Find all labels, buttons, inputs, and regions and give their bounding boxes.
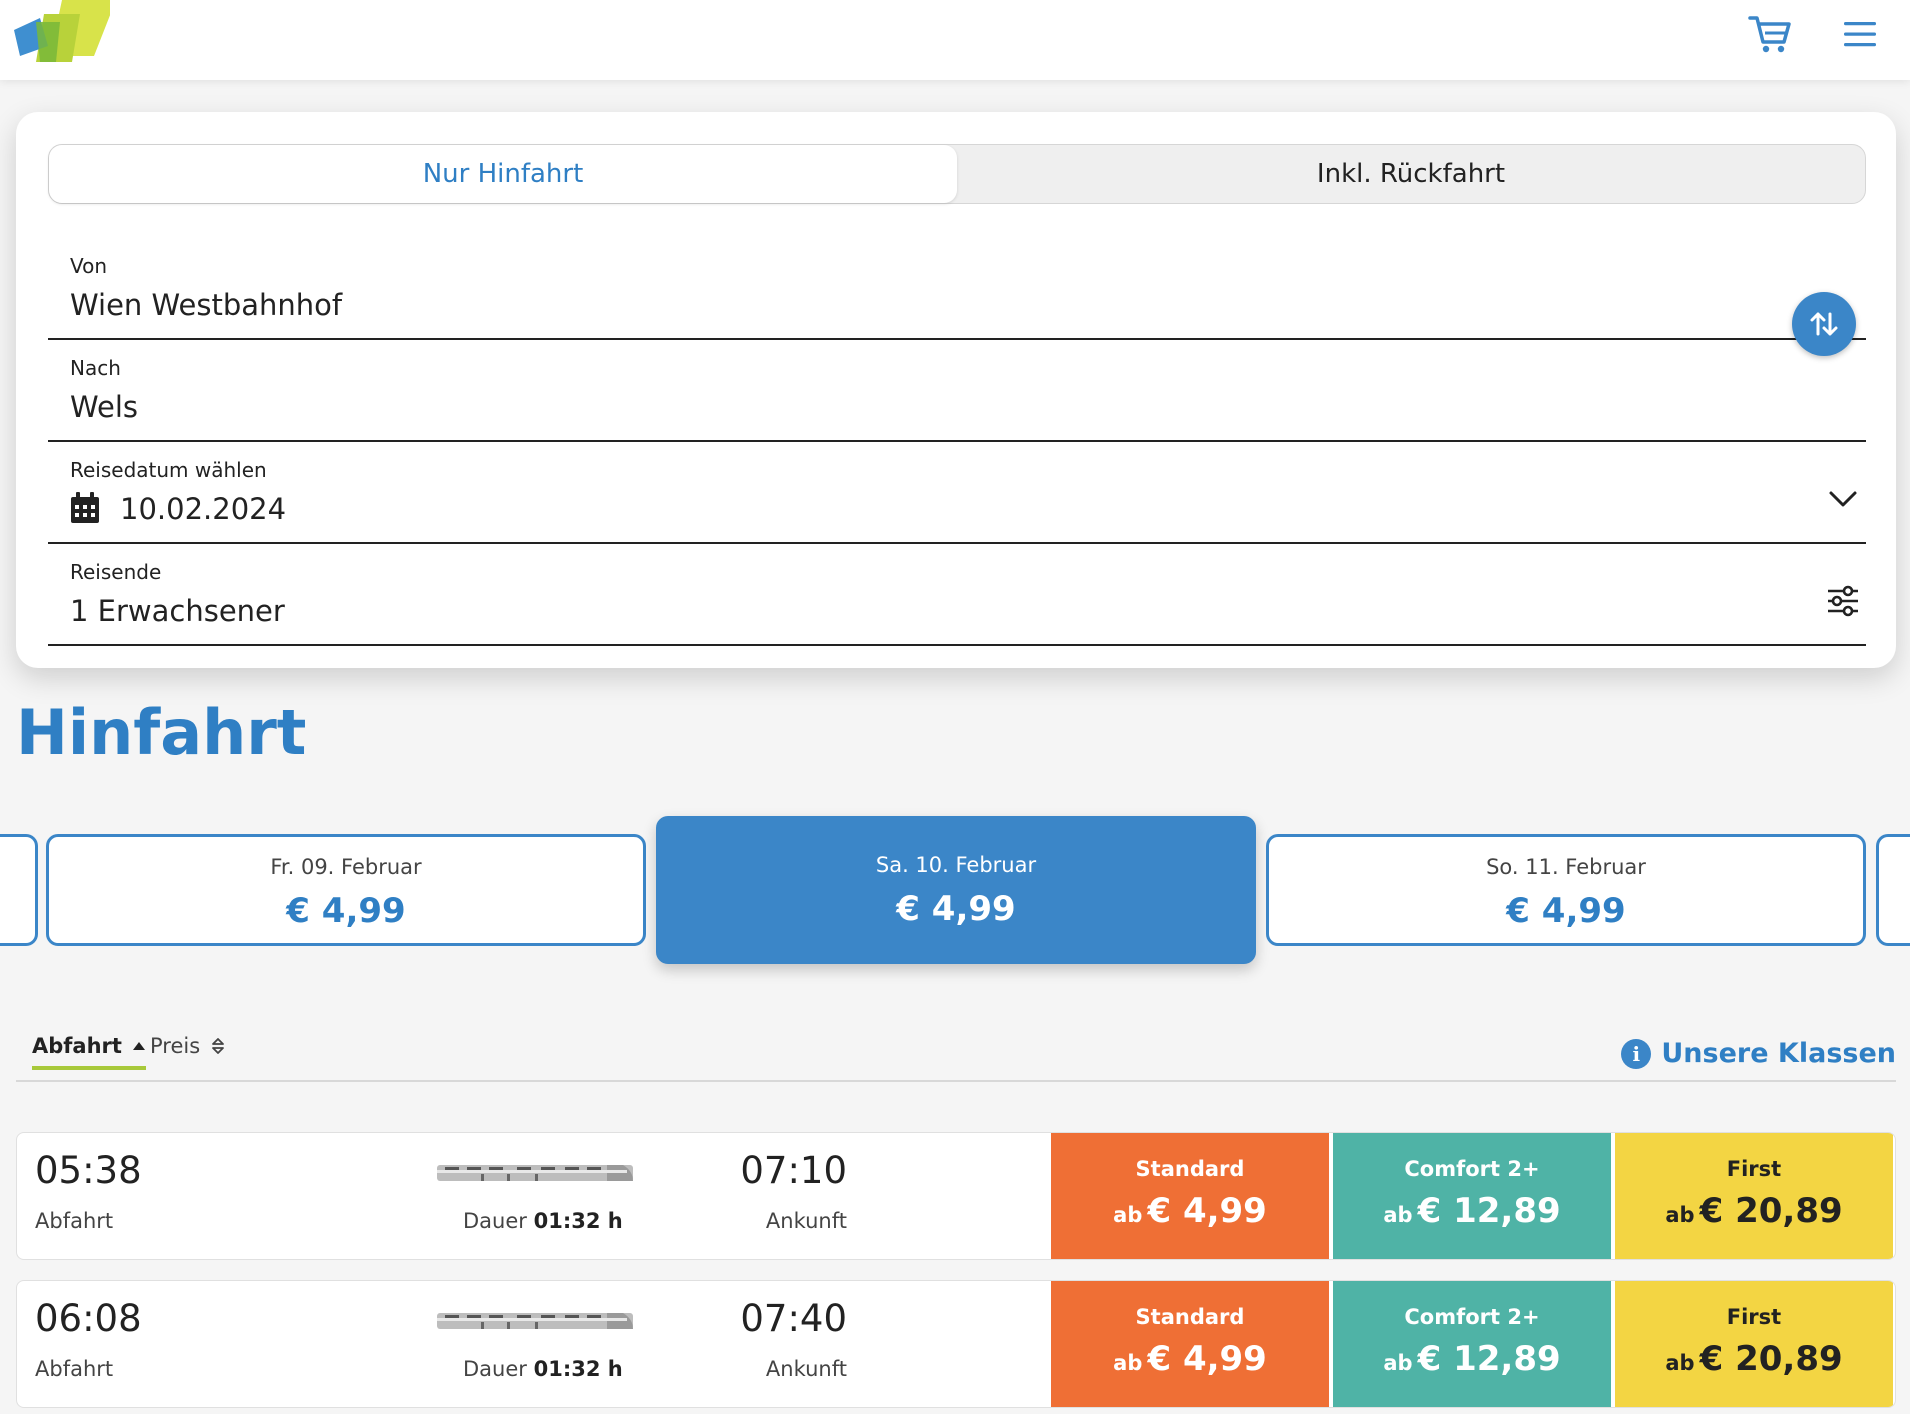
- menu-icon: [1844, 22, 1876, 47]
- connection-row[interactable]: 06:08 Abfahrt Dauer 01:32 h 07:40 Ankunf…: [16, 1280, 1896, 1408]
- date-card-day: So. 11. Februar: [1486, 855, 1646, 879]
- arrival-time: 07:10: [740, 1149, 847, 1192]
- date-value[interactable]: 10.02.2024: [120, 492, 286, 526]
- travellers-value[interactable]: 1 Erwachsener: [70, 594, 285, 628]
- fare-comfort-button[interactable]: Comfort 2+ ab € 12,89: [1333, 1133, 1611, 1259]
- to-label: Nach: [70, 356, 121, 380]
- sort-ascending-icon: [132, 1042, 145, 1050]
- fare-price: € 20,89: [1699, 1339, 1843, 1379]
- fare-first-button[interactable]: First ab € 20,89: [1615, 1281, 1893, 1407]
- date-card-price: € 4,99: [1506, 891, 1626, 931]
- duration-label: Dauer: [463, 1357, 527, 1381]
- duration-value: 01:32 h: [533, 1357, 623, 1381]
- fare-prefix: ab: [1665, 1351, 1695, 1375]
- connection-row[interactable]: 05:38 Abfahrt Dauer 01:32 h 07:10 Ankunf…: [16, 1132, 1896, 1260]
- date-card-day: Sa. 10. Februar: [875, 853, 1037, 877]
- fare-prefix: ab: [1113, 1351, 1143, 1375]
- fare-class: Comfort 2+: [1404, 1157, 1540, 1181]
- date-card-sat-10[interactable]: Sa. 10. Februar € 4,99: [656, 816, 1256, 964]
- outbound-heading: Hinfahrt: [16, 696, 307, 769]
- departure-label: Abfahrt: [35, 1357, 114, 1381]
- fare-price: € 12,89: [1417, 1191, 1561, 1231]
- fare-prefix: ab: [1383, 1351, 1413, 1375]
- date-card-next-partial[interactable]: [1876, 834, 1910, 946]
- fare-class: First: [1726, 1157, 1782, 1181]
- date-card-fri-09[interactable]: Fr. 09. Februar € 4,99: [46, 834, 646, 946]
- top-navigation-bar: [0, 0, 1910, 80]
- sort-departure-label: Abfahrt: [32, 1034, 122, 1058]
- cart-icon: [1748, 16, 1791, 53]
- train-icon: [437, 1165, 633, 1181]
- train-icon: [437, 1313, 633, 1329]
- our-classes-link[interactable]: i Unsere Klassen: [1621, 1038, 1896, 1069]
- date-card-price: € 4,99: [286, 891, 406, 931]
- fare-comfort-button[interactable]: Comfort 2+ ab € 12,89: [1333, 1281, 1611, 1407]
- toggle-one-way[interactable]: Nur Hinfahrt: [49, 145, 957, 203]
- date-card-day: Fr. 09. Februar: [270, 855, 422, 879]
- arrival-label: Ankunft: [765, 1209, 847, 1233]
- departure-label: Abfahrt: [35, 1209, 114, 1233]
- sort-unsorted-icon: [212, 1038, 225, 1054]
- to-field[interactable]: Nach Wels: [48, 340, 1866, 442]
- brand-logo[interactable]: [14, 0, 110, 66]
- our-classes-label: Unsere Klassen: [1661, 1038, 1896, 1069]
- fare-class: Standard: [1135, 1305, 1245, 1329]
- sort-bar: Abfahrt Preis i Unsere Klassen: [16, 1026, 1896, 1082]
- calendar-icon: [71, 492, 99, 523]
- fare-class: Standard: [1135, 1157, 1245, 1181]
- fare-prefix: ab: [1383, 1203, 1413, 1227]
- duration: Dauer 01:32 h: [463, 1357, 623, 1381]
- fare-standard-button[interactable]: Standard ab € 4,99: [1051, 1133, 1329, 1259]
- arrival-time: 07:40: [740, 1297, 847, 1340]
- fare-prefix: ab: [1113, 1203, 1143, 1227]
- departure-time: 06:08: [35, 1297, 142, 1340]
- fare-price: € 4,99: [1147, 1339, 1267, 1379]
- sort-price-label: Preis: [150, 1034, 201, 1058]
- fare-class: Comfort 2+: [1404, 1305, 1540, 1329]
- date-card-previous-partial[interactable]: [0, 834, 38, 946]
- from-value[interactable]: Wien Westbahnhof: [70, 288, 342, 322]
- arrival-label: Ankunft: [765, 1357, 847, 1381]
- chevron-down-icon[interactable]: [1826, 482, 1860, 516]
- swap-stations-button[interactable]: [1792, 292, 1856, 356]
- departure-time: 05:38: [35, 1149, 142, 1192]
- from-label: Von: [70, 254, 108, 278]
- fare-price: € 4,99: [1147, 1191, 1267, 1231]
- cart-button[interactable]: [1744, 8, 1796, 60]
- fare-first-button[interactable]: First ab € 20,89: [1615, 1133, 1893, 1259]
- fare-price: € 12,89: [1417, 1339, 1561, 1379]
- search-form: Nur Hinfahrt Inkl. Rückfahrt Von Wien We…: [16, 112, 1896, 668]
- date-label: Reisedatum wählen: [70, 458, 267, 482]
- menu-button[interactable]: [1834, 8, 1886, 60]
- fare-class: First: [1726, 1305, 1782, 1329]
- sliders-icon[interactable]: [1824, 582, 1862, 620]
- info-icon: i: [1621, 1038, 1652, 1069]
- date-card-sun-11[interactable]: So. 11. Februar € 4,99: [1266, 834, 1866, 946]
- date-field[interactable]: Reisedatum wählen 10.02.2024: [48, 442, 1866, 544]
- fare-price: € 20,89: [1699, 1191, 1843, 1231]
- swap-arrows-icon: [1810, 312, 1838, 336]
- from-field[interactable]: Von Wien Westbahnhof: [48, 238, 1866, 340]
- travellers-label: Reisende: [70, 560, 162, 584]
- toggle-return[interactable]: Inkl. Rückfahrt: [957, 145, 1865, 203]
- fare-prefix: ab: [1665, 1203, 1695, 1227]
- fare-standard-button[interactable]: Standard ab € 4,99: [1051, 1281, 1329, 1407]
- travellers-field[interactable]: Reisende 1 Erwachsener: [48, 544, 1866, 646]
- to-value[interactable]: Wels: [70, 390, 138, 424]
- duration-label: Dauer: [463, 1209, 527, 1233]
- trip-type-toggle: Nur Hinfahrt Inkl. Rückfahrt: [48, 144, 1866, 204]
- date-card-price: € 4,99: [896, 889, 1016, 929]
- duration: Dauer 01:32 h: [463, 1209, 623, 1233]
- duration-value: 01:32 h: [533, 1209, 623, 1233]
- sort-by-price[interactable]: Preis: [150, 1034, 226, 1058]
- sort-by-departure[interactable]: Abfahrt: [32, 1034, 146, 1070]
